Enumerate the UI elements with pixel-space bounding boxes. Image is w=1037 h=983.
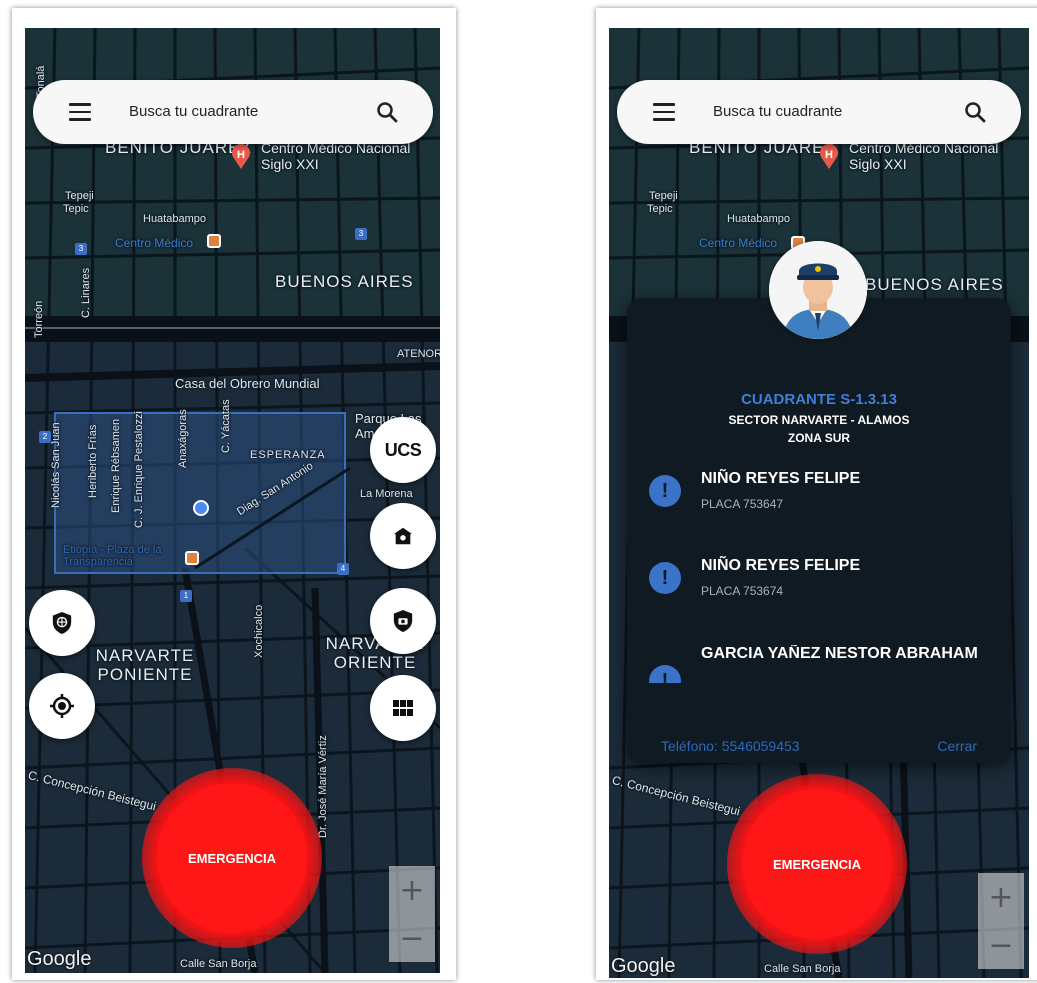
search-icon[interactable] — [963, 100, 987, 124]
zoom-control: + − — [978, 873, 1024, 969]
search-placeholder[interactable]: Busca tu cuadrante — [129, 103, 258, 120]
current-location-dot — [193, 500, 209, 516]
zoom-in-button[interactable]: + — [389, 866, 435, 914]
map-label-neighborhood: BUENOS AIRES — [865, 275, 1004, 294]
svg-text:H: H — [825, 149, 833, 161]
route-badge: 1 — [180, 590, 192, 602]
map-label-street: Anaxágoras — [177, 409, 189, 468]
camera-shield-icon — [393, 610, 413, 632]
map-label-street: Enrique Rébsamen — [110, 418, 122, 513]
metro-icon — [185, 551, 199, 565]
map-label-street: Torreón — [33, 300, 45, 338]
map-label-street: Tepic — [63, 203, 89, 215]
map-label-landmark: La Morena — [360, 488, 413, 500]
map-label-landmark: Centro Médico — [699, 236, 778, 250]
map-label-street: Tepeji — [649, 190, 678, 202]
map-label-street: C. Yácatas — [220, 399, 232, 453]
map-label-neighborhood: BUENOS AIRES — [275, 272, 414, 291]
map-label-street: C. J. Enrique Pestalozzi — [133, 411, 145, 528]
route-badge: 3 — [355, 228, 367, 240]
police-station-icon — [393, 527, 413, 545]
svg-text:H: H — [237, 149, 245, 161]
map-label-landmark: Casa del Obrero Mundial — [175, 376, 320, 391]
officer-plate: PLACA 753674 — [701, 584, 784, 598]
map-label-landmark: Centro Médico Nacional Siglo XXI — [849, 140, 999, 172]
globe-shield-button[interactable] — [29, 590, 95, 656]
sector-label: SECTOR NARVARTE - ALAMOS — [728, 413, 910, 427]
map-label-street: Tepeji — [65, 190, 94, 202]
map-label-landmark: Centro Médico — [115, 236, 194, 250]
grid-icon — [393, 700, 413, 716]
route-badge: 4 — [337, 563, 349, 575]
officer-item[interactable]: ! GARCIA YAÑEZ NESTOR ABRAHAM — [649, 645, 989, 683]
metro-icon — [207, 234, 221, 248]
map-label-street: Huatabampo — [143, 213, 206, 225]
map-label-neighborhood: NARVARTE PONIENTE — [95, 646, 195, 684]
map-label-landmark: Centro Médico Nacional Siglo XXI — [261, 140, 411, 172]
screenshot-map-view: BENITO JUÁREZ BUENOS AIRES NARVARTE PONI… — [12, 8, 456, 980]
map-label-street: Tepic — [647, 203, 673, 215]
quadrant-dialog: CUADRANTE S-1.3.13 SECTOR NARVARTE - ALA… — [627, 298, 1011, 763]
screenshot-quadrant-popup: BENITO JUÁREZ BUENOS AIRES H Centro Médi… — [596, 8, 1037, 980]
google-logo: Google — [27, 948, 92, 970]
emergency-button[interactable]: EMERGENCIA — [727, 774, 907, 954]
grid-button[interactable] — [370, 675, 436, 741]
hospital-pin-icon: H — [231, 143, 251, 169]
google-logo: Google — [611, 955, 676, 977]
quadrant-title: CUADRANTE S-1.3.13 — [741, 391, 897, 408]
menu-icon[interactable] — [653, 103, 675, 121]
zoom-out-button[interactable]: − — [389, 914, 435, 962]
camera-button[interactable] — [370, 588, 436, 654]
emergency-label: EMERGENCIA — [187, 850, 277, 866]
route-badge: 3 — [75, 243, 87, 255]
map-label-landmark: Etiopía - Plaza de la Transparencia — [63, 544, 162, 568]
police-station-button[interactable] — [370, 503, 436, 569]
zoom-in-button[interactable]: + — [978, 873, 1024, 921]
map-label-landmark: ATENOR — [397, 348, 440, 360]
search-bar[interactable]: Busca tu cuadrante — [33, 80, 433, 144]
search-bar[interactable]: Busca tu cuadrante — [617, 80, 1021, 144]
officer-name: GARCIA YAÑEZ NESTOR ABRAHAM — [701, 645, 978, 662]
info-icon: ! — [649, 665, 681, 683]
zoom-control: + − — [389, 866, 435, 962]
phone-link[interactable]: Teléfono: 5546059453 — [661, 738, 800, 754]
police-officer-avatar — [769, 241, 867, 339]
emergency-button[interactable]: EMERGENCIA — [142, 768, 322, 948]
ucs-label: UCS — [384, 439, 422, 460]
menu-icon[interactable] — [69, 103, 91, 121]
locate-button[interactable] — [29, 673, 95, 739]
globe-shield-icon — [52, 612, 72, 634]
hospital-pin-icon: H — [819, 143, 839, 169]
map-label-landmark: ESPERANZA — [250, 449, 326, 461]
zone-label: ZONA SUR — [787, 431, 851, 445]
officer-plate: PLACA 753647 — [701, 497, 784, 511]
route-badge: 2 — [39, 431, 51, 443]
search-icon[interactable] — [375, 100, 399, 124]
map-label-street: Calle San Borja — [180, 958, 257, 970]
officer-name: NIÑO REYES FELIPE — [701, 557, 861, 574]
close-button[interactable]: Cerrar — [937, 738, 977, 754]
info-icon: ! — [649, 475, 681, 507]
locate-icon — [50, 694, 74, 718]
map-label-street: C. Linares — [80, 267, 92, 318]
map-label-street: Calle San Borja — [764, 963, 841, 975]
emergency-label: EMERGENCIA — [772, 856, 862, 872]
map-label-street: Huatabampo — [727, 213, 790, 225]
zoom-out-button[interactable]: − — [978, 921, 1024, 969]
map-label-street: Heriberto Frías — [87, 424, 99, 498]
map[interactable]: BENITO JUÁREZ BUENOS AIRES H Centro Médi… — [609, 28, 1029, 978]
map-label-street: Dr. José María Vértiz — [317, 735, 329, 838]
ucs-button[interactable]: UCS — [370, 417, 436, 483]
info-icon: ! — [649, 562, 681, 594]
map-label-street: Xochicalco — [253, 604, 265, 658]
map[interactable]: BENITO JUÁREZ BUENOS AIRES NARVARTE PONI… — [25, 28, 440, 973]
map-label-street: Nicolás San Juan — [50, 422, 62, 508]
officer-name: NIÑO REYES FELIPE — [701, 470, 861, 487]
search-placeholder[interactable]: Busca tu cuadrante — [713, 103, 842, 120]
